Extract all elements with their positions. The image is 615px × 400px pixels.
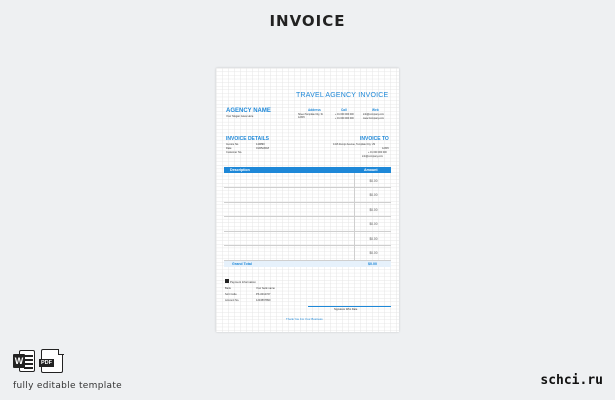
address-value: Street Template City, St 12345 [298, 113, 323, 119]
format-icons: W PDF [13, 348, 64, 373]
web-value-1: info@company.com [363, 113, 384, 116]
invoice-details-header: INVOICE DETAILS [226, 136, 269, 142]
word-icon-letter: W [13, 354, 25, 368]
payment-value-sort-code: PK-0012727 [256, 293, 271, 296]
payment-value-bank: Your bank name [256, 287, 275, 290]
amount-cell: $0.00 [369, 237, 378, 241]
page-title: INVOICE [269, 12, 346, 30]
web-header: Web [372, 108, 379, 112]
row-divider [224, 216, 391, 217]
pdf-icon-fold [57, 348, 64, 355]
call-header: Call [341, 108, 347, 112]
web-value-2: www.Company.com [363, 117, 384, 120]
brand-watermark: schci.ru [540, 373, 603, 388]
agency-name: AGENCY NAME [226, 108, 271, 114]
row-divider [224, 187, 391, 188]
payment-icon [225, 279, 229, 283]
address-header: Address [308, 108, 321, 112]
amount-cell: $0.00 [369, 208, 378, 212]
invoice-to-line-1: 1416 Zenojo Avenue, Template City, US [333, 143, 376, 146]
thank-you-note: Thank You For Your Business [286, 317, 323, 321]
detail-label-date: Date [226, 147, 232, 150]
agency-tagline: Your Slogan Goes Here [226, 115, 254, 118]
invoice-to-line-2: 12345 [382, 147, 389, 150]
call-value-2: + 01 000 000 000 [335, 117, 354, 120]
invoice-to-header: INVOICE TO [360, 136, 389, 142]
payment-label-bank: Bank [225, 287, 231, 290]
invoice-to-line-3: + 01 000 000 000 [368, 151, 387, 154]
pdf-icon: PDF [39, 348, 64, 373]
row-divider [224, 202, 391, 203]
row-divider [224, 245, 391, 246]
detail-value-date: 01/05/2018 [256, 147, 269, 150]
amount-cell: $0.00 [369, 193, 378, 197]
amount-cell: $0.00 [369, 222, 378, 226]
pdf-icon-label: PDF [39, 359, 54, 367]
detail-value-invoice-no: 140890 [256, 143, 265, 146]
grand-total-value: $0.00 [368, 262, 377, 267]
amount-header: Amount [364, 168, 378, 173]
detail-label-customer-no: Customer No. [226, 151, 242, 154]
word-icon: W [13, 349, 35, 373]
description-header: Description [230, 168, 250, 173]
invoice-to-line-4: info@company.com [362, 155, 383, 158]
call-value-1: + 01 000 000 000 [335, 113, 354, 116]
detail-label-invoice-no: Invoice No. [226, 143, 239, 146]
signature-label: Signature Who Date [334, 307, 358, 311]
invoice-preview: TRAVEL AGENCY INVOICE AGENCY NAME Your S… [216, 68, 399, 332]
invoice-title: TRAVEL AGENCY INVOICE [296, 92, 389, 99]
amount-cell: $0.00 [369, 251, 378, 255]
payment-header: Payment Information [230, 279, 256, 284]
payment-value-account: 1234567890 [256, 299, 271, 302]
template-caption: fully editable template [13, 381, 122, 391]
payment-label-account: Account No. [225, 299, 240, 302]
row-divider [224, 231, 391, 232]
payment-label-sort-code: Sort Code [225, 293, 237, 296]
grand-total-label: Grand Total [232, 262, 252, 267]
amount-cell: $0.00 [369, 179, 378, 183]
